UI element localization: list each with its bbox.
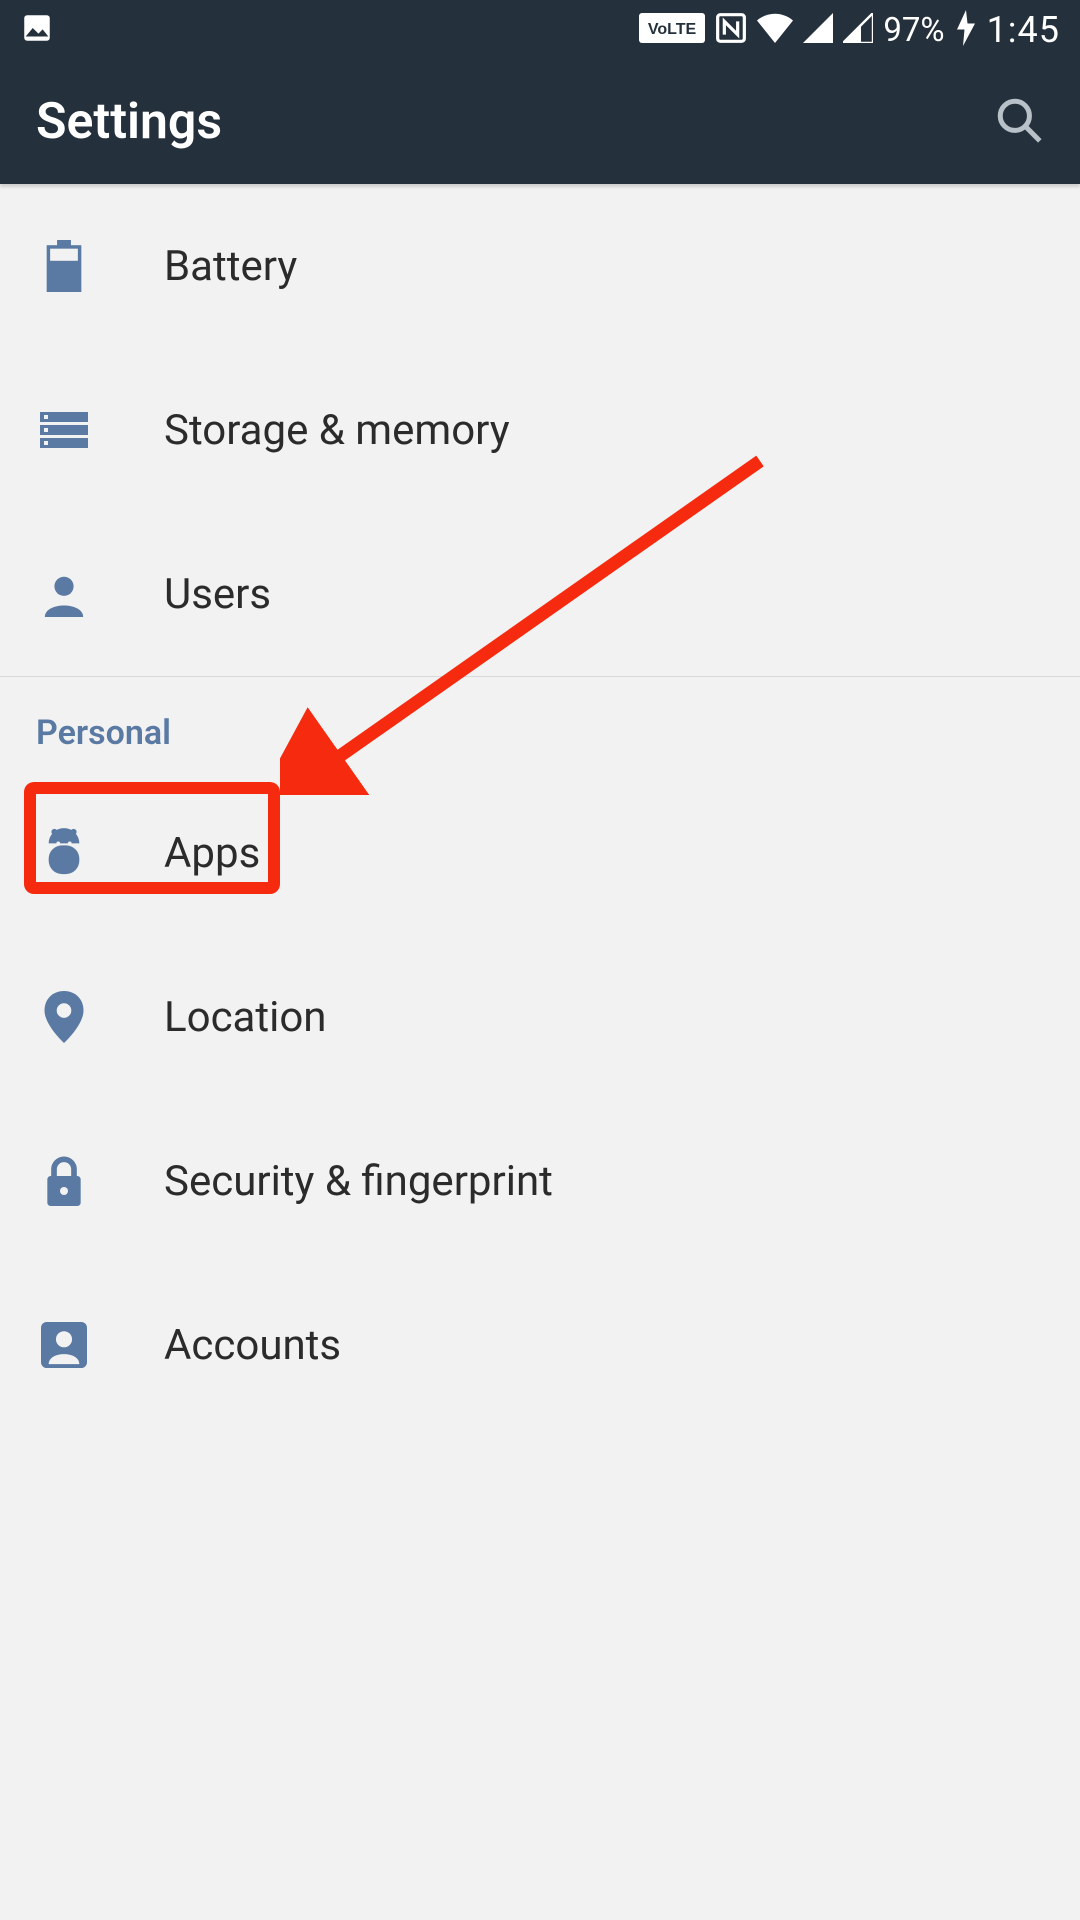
settings-item-security[interactable]: Security & fingerprint <box>0 1099 1080 1263</box>
location-icon <box>28 991 100 1043</box>
wifi-icon <box>757 13 793 47</box>
settings-item-storage[interactable]: Storage & memory <box>0 348 1080 512</box>
status-bar: VoLTE 97% 1:45 <box>0 0 1080 60</box>
search-icon <box>994 95 1044 145</box>
volte-icon: VoLTE <box>639 13 705 47</box>
signal-icon-2 <box>843 13 873 47</box>
status-clock: 1:45 <box>987 9 1060 51</box>
page-title: Settings <box>36 93 222 151</box>
user-icon <box>28 571 100 617</box>
settings-item-label: Security & fingerprint <box>100 1157 553 1206</box>
lock-icon <box>28 1156 100 1206</box>
settings-list: Battery Storage & memory Users Personal … <box>0 184 1080 1427</box>
settings-item-location[interactable]: Location <box>0 935 1080 1099</box>
settings-item-label: Location <box>100 993 327 1042</box>
signal-icon-1 <box>803 13 833 47</box>
settings-item-label: Accounts <box>100 1321 341 1370</box>
settings-item-label: Storage & memory <box>100 406 510 455</box>
settings-item-users[interactable]: Users <box>0 512 1080 676</box>
settings-item-label: Battery <box>100 242 297 291</box>
battery-charging-icon <box>955 10 977 50</box>
settings-item-apps[interactable]: Apps <box>0 771 1080 935</box>
apps-icon <box>28 828 100 878</box>
settings-item-label: Users <box>100 570 271 619</box>
battery-percentage: 97% <box>883 11 944 50</box>
storage-icon <box>28 411 100 449</box>
svg-text:VoLTE: VoLTE <box>648 21 697 38</box>
battery-icon <box>28 240 100 292</box>
accounts-icon <box>28 1322 100 1368</box>
search-button[interactable] <box>994 95 1044 149</box>
settings-item-accounts[interactable]: Accounts <box>0 1263 1080 1427</box>
settings-item-battery[interactable]: Battery <box>0 184 1080 348</box>
section-header-personal: Personal <box>0 677 1080 771</box>
settings-item-label: Apps <box>100 829 260 878</box>
nfc-icon <box>715 12 747 48</box>
app-bar: Settings <box>0 60 1080 184</box>
screenshot-icon <box>20 30 54 49</box>
